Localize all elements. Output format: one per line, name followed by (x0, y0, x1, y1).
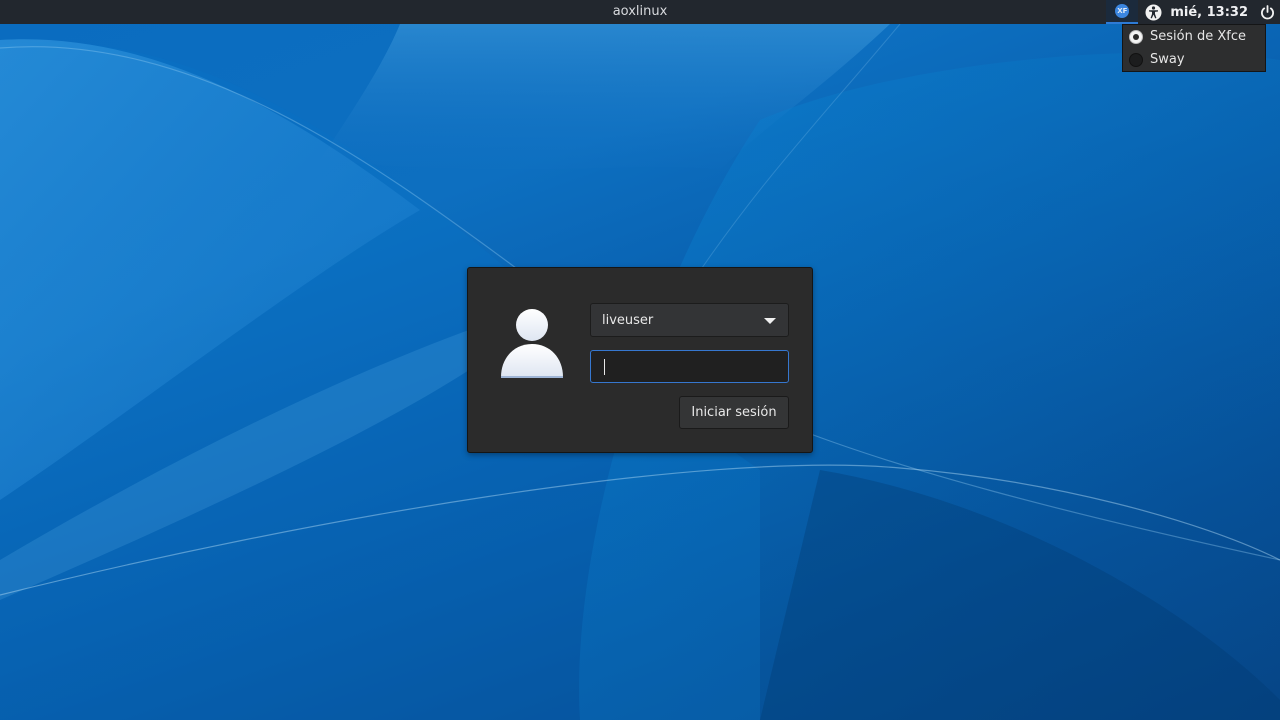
password-input[interactable] (590, 350, 789, 383)
desktop: aoxlinux XF mié, 13:32 Sesión de Xfce Sw… (0, 0, 1280, 720)
selected-user-label: liveuser (602, 312, 654, 328)
session-item-xfce[interactable]: Sesión de Xfce (1123, 25, 1265, 48)
power-button[interactable] (1254, 0, 1280, 24)
radio-unselected-icon (1129, 52, 1143, 67)
accessibility-icon (1145, 4, 1162, 20)
login-dialog: liveuser Iniciar sesión (467, 267, 813, 453)
power-icon (1260, 4, 1274, 19)
user-select[interactable]: liveuser (590, 303, 789, 337)
radio-selected-icon (1129, 29, 1143, 44)
chevron-down-icon (764, 318, 776, 324)
session-menu: Sesión de Xfce Sway (1122, 24, 1266, 72)
session-item-sway[interactable]: Sway (1123, 48, 1265, 71)
top-panel: aoxlinux XF mié, 13:32 (0, 0, 1280, 24)
login-button[interactable]: Iniciar sesión (679, 396, 789, 429)
panel-indicators: XF mié, 13:32 (1106, 0, 1280, 24)
clock[interactable]: mié, 13:32 (1168, 0, 1254, 24)
accessibility-indicator[interactable] (1138, 0, 1168, 24)
text-cursor (604, 359, 605, 375)
user-avatar-icon (501, 309, 563, 378)
hostname-label: aoxlinux (612, 4, 668, 19)
session-indicator[interactable]: XF (1106, 0, 1139, 24)
session-item-label: Sway (1150, 52, 1185, 67)
session-item-label: Sesión de Xfce (1150, 29, 1246, 44)
xfce-session-icon: XF (1115, 4, 1130, 18)
